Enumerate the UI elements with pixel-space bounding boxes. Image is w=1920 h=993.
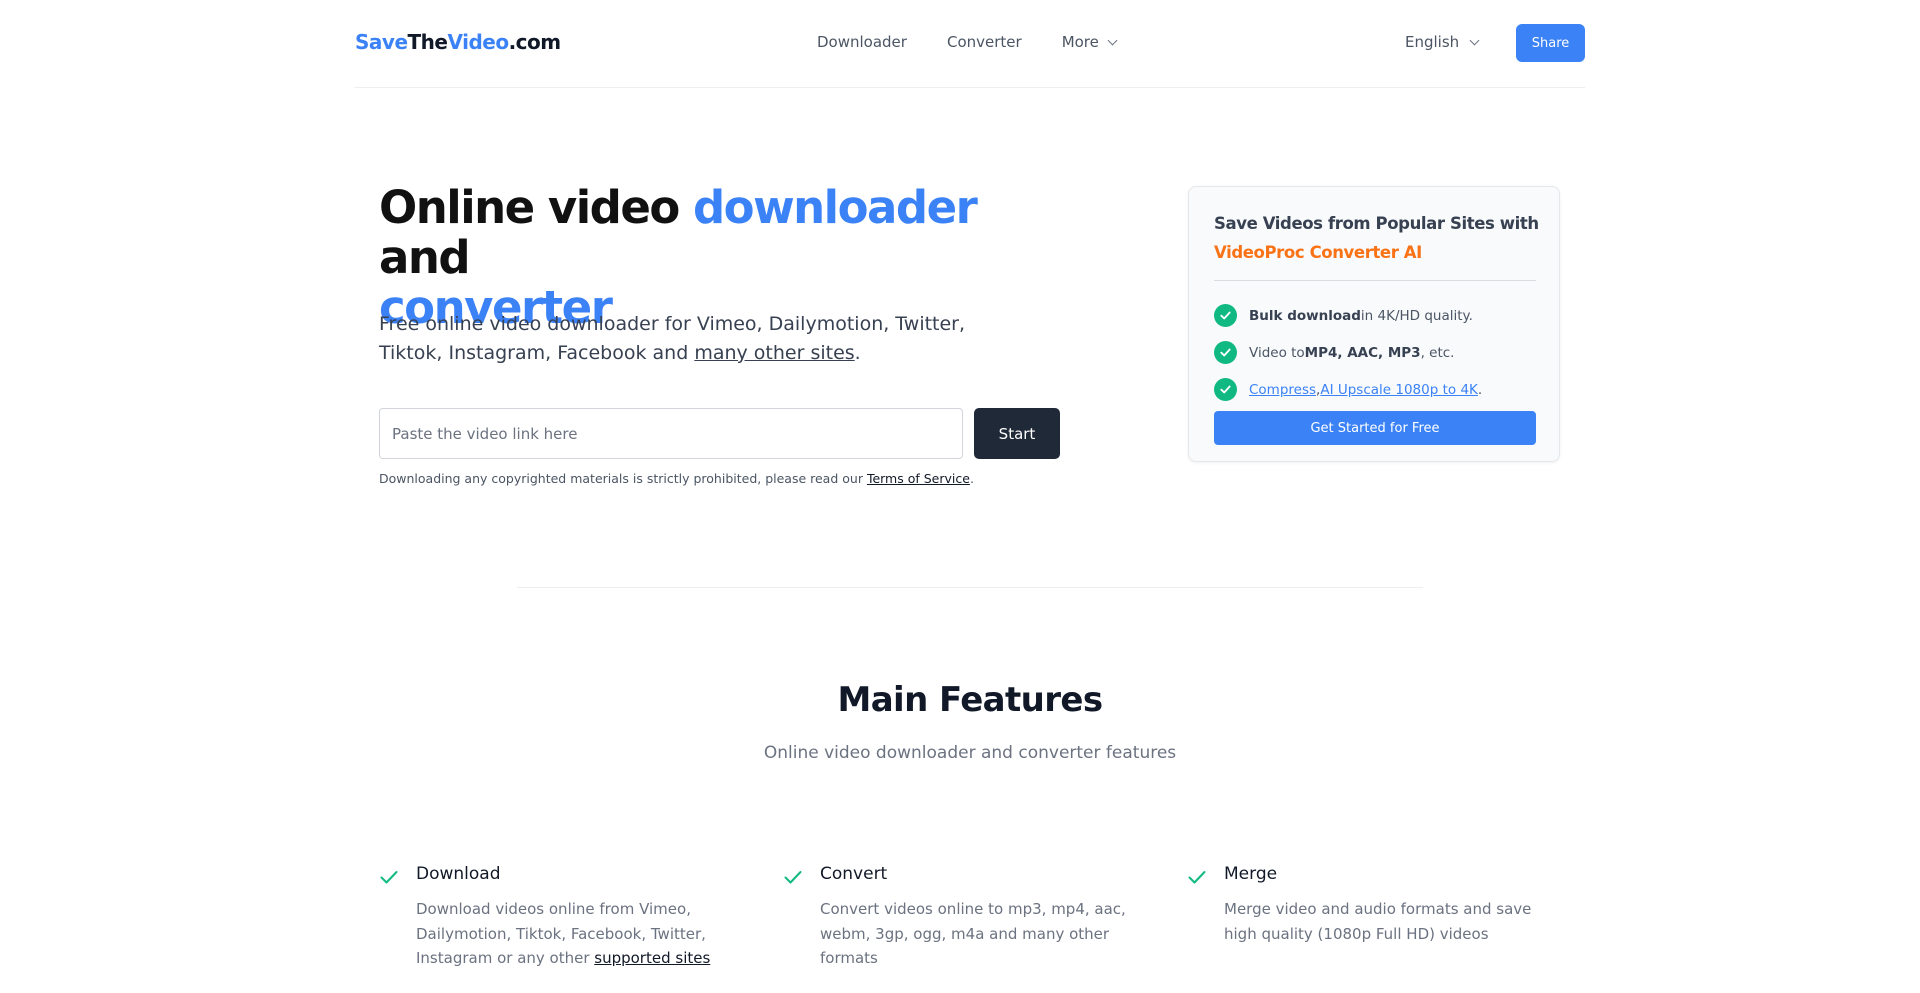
site-logo[interactable]: SaveTheVideo.com: [355, 30, 561, 54]
checkmark-icon: [380, 871, 398, 884]
feature-description: Download videos online from Vimeo, Daily…: [416, 900, 711, 967]
nav-converter[interactable]: Converter: [947, 33, 1022, 51]
copyright-disclaimer: Downloading any copyrighted materials is…: [379, 471, 974, 486]
feature-name: Download: [416, 864, 501, 884]
promo-item-formats: Video to MP4, AAC, MP3, etc.: [1214, 334, 1482, 371]
check-circle-icon: [1214, 341, 1237, 364]
promo-title: Save Videos from Popular Sites with Vide…: [1214, 214, 1539, 262]
feature-name: Convert: [820, 864, 888, 884]
checkmark-icon: [1188, 871, 1206, 884]
promo-list: Bulk download in 4K/HD quality. Video to…: [1214, 297, 1482, 408]
chevron-down-icon: [1469, 35, 1480, 45]
promo-divider: [1214, 280, 1536, 281]
feature-description: Merge video and audio formats and save h…: [1224, 900, 1532, 943]
chevron-down-icon: [1107, 35, 1118, 45]
main-nav: Downloader Converter More: [817, 33, 1118, 51]
supported-sites-link[interactable]: supported sites: [594, 949, 710, 967]
nav-downloader[interactable]: Downloader: [817, 33, 907, 51]
checkmark-icon: [784, 871, 802, 884]
video-url-input[interactable]: [379, 408, 963, 459]
compress-link[interactable]: Compress: [1249, 382, 1316, 398]
nav-more-dropdown[interactable]: More: [1062, 33, 1118, 51]
check-circle-icon: [1214, 378, 1237, 401]
language-selector[interactable]: English: [1405, 33, 1480, 51]
feature-description: Convert videos online to mp3, mp4, aac, …: [820, 900, 1126, 967]
promo-card: Save Videos from Popular Sites with Vide…: [1188, 186, 1560, 462]
promo-item-compress-upscale: Compress, AI Upscale 1080p to 4K.: [1214, 371, 1482, 408]
features-title: Main Features: [837, 680, 1103, 720]
many-other-sites-link[interactable]: many other sites: [694, 342, 854, 364]
terms-of-service-link[interactable]: Terms of Service: [867, 471, 970, 486]
features-subtitle: Online video downloader and converter fe…: [763, 743, 1177, 763]
hero-subtitle: Free online video downloader for Vimeo, …: [379, 313, 966, 364]
feature-name: Merge: [1224, 864, 1278, 884]
start-button[interactable]: Start: [974, 408, 1060, 459]
promo-item-bulk-download: Bulk download in 4K/HD quality.: [1214, 297, 1482, 334]
site-header: SaveTheVideo.com Downloader Converter Mo…: [355, 0, 1585, 88]
section-divider: [517, 587, 1423, 588]
get-started-button[interactable]: Get Started for Free: [1214, 411, 1536, 445]
ai-upscale-link[interactable]: AI Upscale 1080p to 4K: [1320, 382, 1478, 398]
check-circle-icon: [1214, 304, 1237, 327]
share-button[interactable]: Share: [1516, 24, 1585, 62]
